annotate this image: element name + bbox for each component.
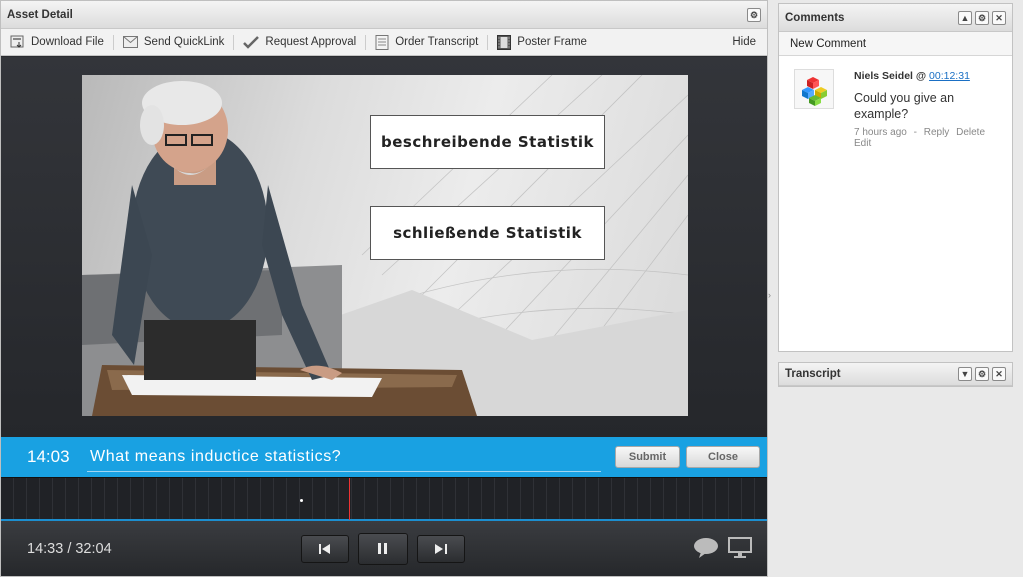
pause-icon [378,543,387,554]
close-icon[interactable]: ✕ [992,10,1006,25]
asset-toolbar: Download File Send QuickLink Request App… [1,29,767,56]
submit-button[interactable]: Submit [615,446,680,468]
question-input[interactable] [87,442,601,472]
mail-icon [122,36,138,48]
next-button[interactable] [417,534,465,563]
transcript-title: Transcript [785,368,841,380]
timeline-track[interactable] [1,477,767,521]
comments-header: Comments ▲ ⚙ ✕ [779,4,1012,32]
request-approval-button[interactable]: Request Approval [234,34,367,50]
prev-icon [319,543,330,554]
gear-icon[interactable]: ⚙ [975,367,989,381]
next-icon [435,543,447,554]
edit-link[interactable]: Edit [854,138,871,149]
playhead[interactable] [349,478,350,520]
collapse-sidebar-icon[interactable]: › [768,290,771,300]
send-quicklink-button[interactable]: Send QuickLink [114,34,235,50]
player-controls: 14:33 / 32:04 [1,521,767,576]
comment-timestamp-link[interactable]: 00:12:31 [929,70,970,82]
delete-link[interactable]: Delete [956,127,985,138]
close-icon[interactable]: ✕ [992,367,1006,381]
screen-icon[interactable] [728,537,752,559]
comment-meta-separator: - [913,127,917,138]
comment-author: Niels Seidel @ [854,70,927,82]
send-quicklink-label: Send QuickLink [143,36,225,48]
comment-author-line: Niels Seidel @ 00:12:31 [854,70,1012,82]
comments-panel: Comments ▲ ⚙ ✕ New Comment Niels Seidel … [778,3,1013,352]
document-icon [375,34,389,50]
question-timestamp: 14:03 [27,447,70,466]
asset-detail-header: Asset Detail ⚙ [1,1,767,29]
comment-bubble-icon[interactable] [693,537,719,559]
pause-button[interactable] [358,532,408,565]
gear-icon[interactable]: ⚙ [747,7,761,22]
poster-frame-button[interactable]: Poster Frame [488,34,596,50]
poster-frame-label: Poster Frame [517,36,587,48]
comment-age: 7 hours ago [854,127,907,138]
download-icon [10,35,24,48]
download-file-button[interactable]: Download File [1,34,114,50]
comment-item: Niels Seidel @ 00:12:31 Could you give a… [779,56,1012,166]
order-transcript-label: Order Transcript [395,36,479,48]
question-bar: 14:03 Submit Close [1,437,767,477]
new-comment-link[interactable]: New Comment [779,32,1012,56]
avatar [794,69,834,109]
download-file-label: Download File [31,36,104,48]
annotation-marker[interactable] [300,499,303,502]
playback-time: 14:33 / 32:04 [27,540,112,557]
collapse-down-icon[interactable]: ▼ [958,367,972,381]
transcript-header: Transcript ▼ ⚙ ✕ [779,363,1012,386]
slide-label-inferential: schließende Statistik [370,206,605,260]
comment-meta: 7 hours ago - Reply Delete Edit [854,127,1012,149]
collapse-up-icon[interactable]: ▲ [958,10,972,25]
film-icon [497,34,512,50]
reply-link[interactable]: Reply [924,127,950,138]
order-transcript-button[interactable]: Order Transcript [366,34,489,50]
hide-toolbar-link[interactable]: Hide [732,36,767,48]
video-stage[interactable]: beschreibende Statistik schließende Stat… [1,57,767,437]
asset-detail-panel: Asset Detail ⚙ Download File Send QuickL… [0,0,768,577]
check-icon [243,35,260,49]
video-frame[interactable]: beschreibende Statistik schließende Stat… [82,75,688,416]
asset-detail-title: Asset Detail [7,8,73,21]
request-approval-label: Request Approval [265,36,357,48]
close-question-button[interactable]: Close [686,446,760,468]
slide-label-descriptive: beschreibende Statistik [370,115,605,169]
gear-icon[interactable]: ⚙ [975,10,989,25]
transcript-panel: Transcript ▼ ⚙ ✕ [778,362,1013,387]
comment-text: Could you give an example? [854,91,955,121]
previous-button[interactable] [301,534,349,563]
comments-title: Comments [785,11,845,24]
